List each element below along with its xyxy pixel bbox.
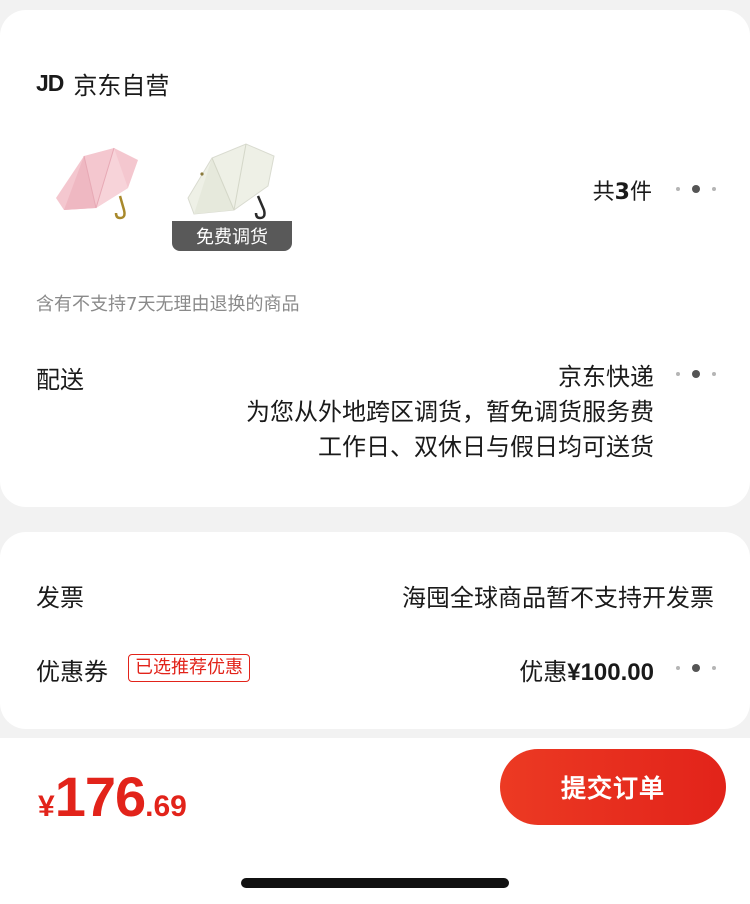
more-dots-icon[interactable] (676, 663, 716, 673)
store-card: JD 京东自营 免费调货 共3件 含有不支持7天无理由退换的商品 配送 京东快递… (0, 10, 750, 507)
item-count-number: 3 (614, 180, 630, 205)
currency-symbol: ¥ (38, 790, 55, 823)
product-thumbnail-cream-umbrella[interactable]: 免费调货 (172, 138, 292, 251)
coupon-discount-amount: ¥100.00 (567, 659, 654, 686)
more-dots-icon[interactable] (676, 184, 716, 194)
free-transfer-badge: 免费调货 (172, 221, 292, 251)
jd-logo: JD (36, 70, 64, 96)
delivery-info[interactable]: 京东快递 为您从外地跨区调货，暂免调货服务费 工作日、双休日与假日均可送货 (246, 360, 654, 465)
more-dots-icon[interactable] (676, 369, 716, 379)
delivery-schedule-note: 工作日、双休日与假日均可送货 (318, 433, 654, 461)
store-header[interactable]: JD 京东自营 (36, 66, 169, 101)
invoice-value: 海囤全球商品暂不支持开发票 (402, 584, 714, 612)
total-decimal: .69 (145, 790, 187, 823)
coupon-discount[interactable]: 优惠¥100.00 (519, 652, 654, 687)
invoice-coupon-card: 发票 海囤全球商品暂不支持开发票 优惠券 已选推荐优惠 优惠¥100.00 (0, 532, 750, 729)
store-name: 京东自营 (73, 72, 170, 100)
delivery-label: 配送 (36, 366, 84, 394)
delivery-transfer-note: 为您从外地跨区调货，暂免调货服务费 (246, 398, 654, 426)
delivery-carrier: 京东快递 (558, 363, 654, 391)
pink-umbrella-image (56, 147, 138, 220)
coupon-label: 优惠券 (36, 658, 108, 686)
item-count-suffix: 件 (629, 180, 652, 205)
submit-order-button[interactable]: 提交订单 (500, 749, 726, 825)
item-count[interactable]: 共3件 (593, 174, 652, 206)
home-indicator[interactable] (241, 878, 509, 888)
recommended-coupon-tag: 已选推荐优惠 (128, 654, 250, 682)
total-price: ¥ 176 .69 (38, 764, 187, 829)
product-thumbnail-pink-umbrella[interactable] (36, 138, 156, 248)
total-integer: 176 (54, 765, 146, 828)
no-return-notice: 含有不支持7天无理由退换的商品 (36, 294, 300, 315)
coupon-discount-prefix: 优惠 (519, 658, 568, 686)
checkout-bar: ¥ 176 .69 提交订单 (0, 738, 750, 904)
invoice-label: 发票 (36, 584, 84, 612)
item-count-prefix: 共 (592, 180, 615, 205)
